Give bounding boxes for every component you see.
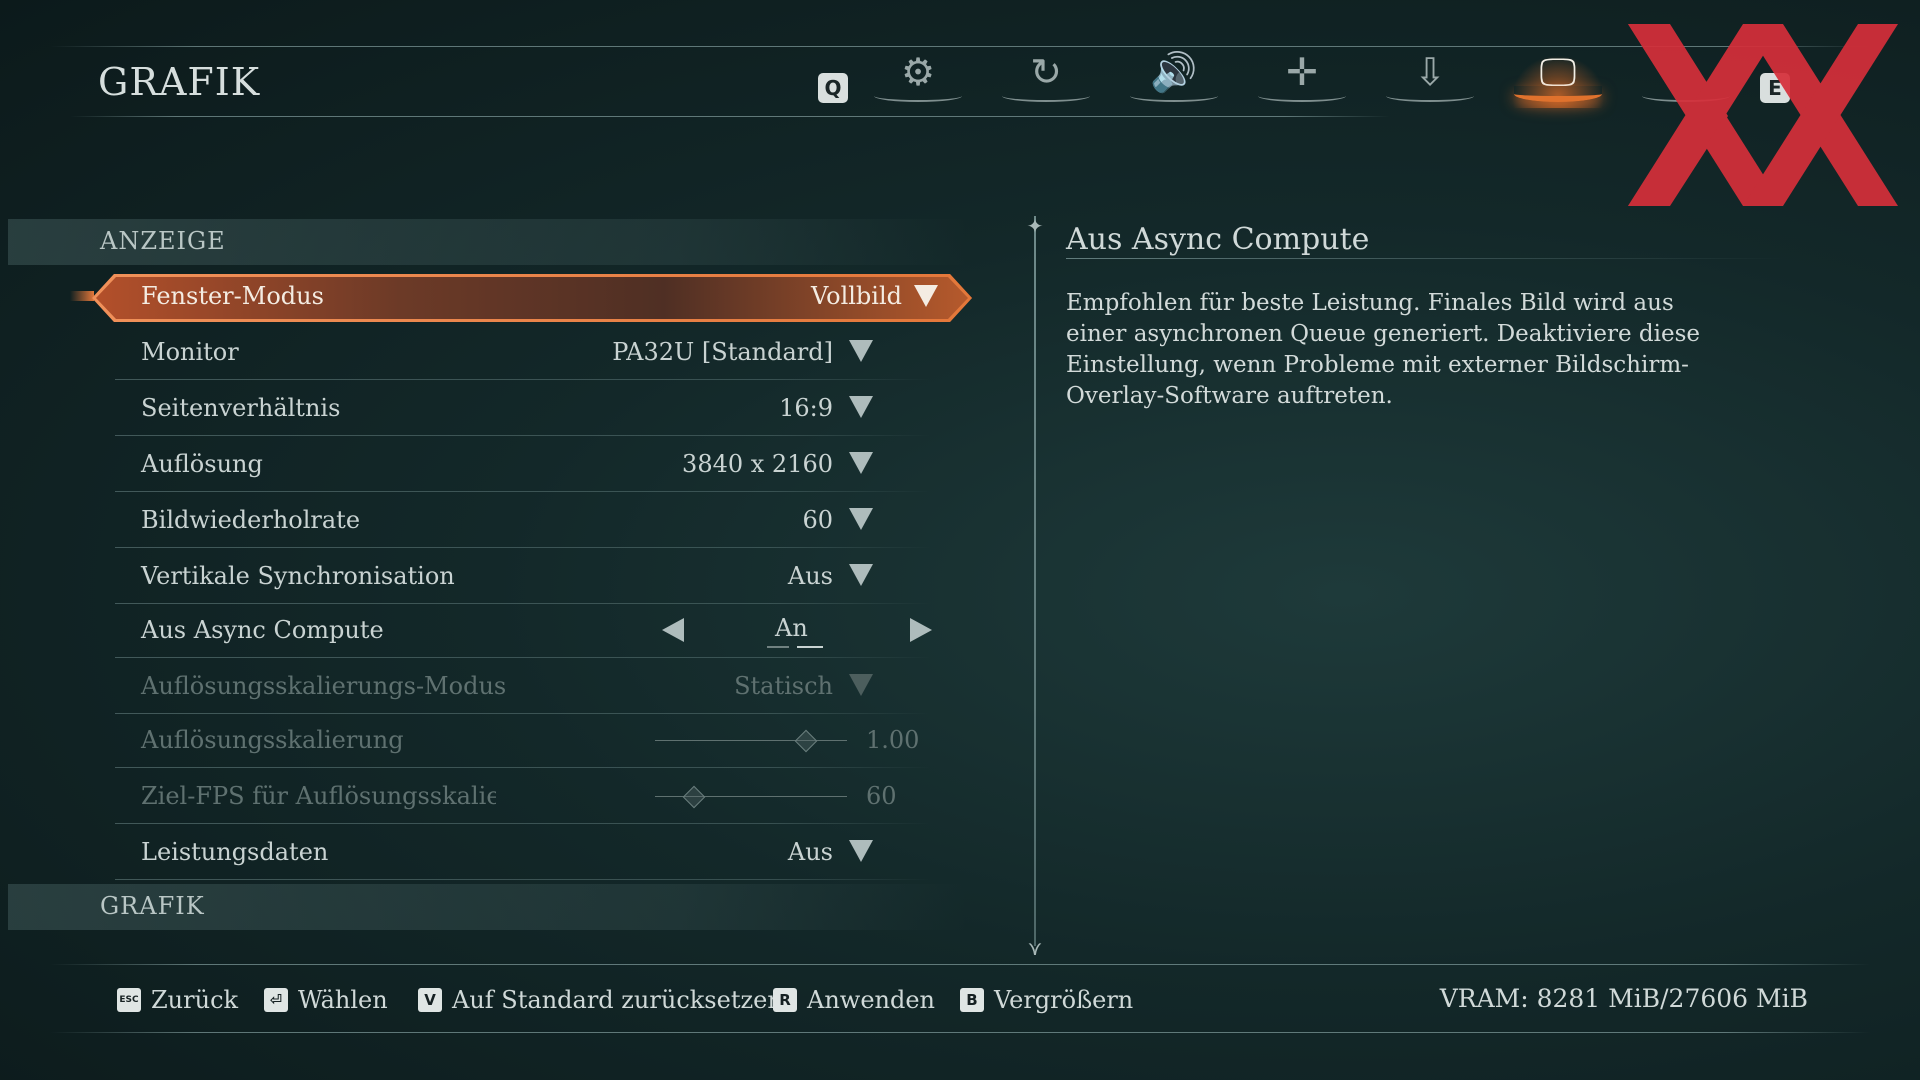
top-frame-line [50, 46, 1870, 47]
esc-key-icon: ESC [117, 988, 141, 1012]
description-title: Aus Async Compute [1066, 222, 1370, 257]
tab-gameplay[interactable]: ⚙ [868, 52, 968, 108]
enter-key-icon: ⏎ [264, 988, 288, 1012]
chevron-down-icon[interactable] [849, 564, 873, 586]
setting-label: Auflösung [141, 450, 263, 478]
setting-label: Monitor [141, 338, 239, 366]
setting-value: 60 [802, 506, 833, 534]
slider-value: 60 [866, 782, 897, 810]
footer-reset-label: Auf Standard zurücksetzen [452, 986, 783, 1014]
setting-monitor[interactable]: Monitor PA32U [Standard] [115, 326, 931, 380]
slider-handle [683, 785, 706, 809]
footer-reset[interactable]: V Auf Standard zurücksetzen [418, 982, 783, 1018]
setting-label: Seitenverhältnis [141, 394, 341, 422]
setting-value: 16:9 [779, 394, 833, 422]
footer-apply[interactable]: R Anwenden [773, 982, 935, 1018]
setting-aspect-ratio[interactable]: Seitenverhältnis 16:9 [115, 382, 931, 436]
bottom-frame-line [50, 1032, 1870, 1033]
prev-tab-key[interactable]: Q [818, 73, 848, 103]
setting-value: Aus [787, 838, 833, 866]
setting-value: Vollbild [810, 282, 902, 310]
setting-label: Ziel-FPS für Auflösungsskalieru [141, 782, 496, 810]
description-underline [1066, 258, 1786, 259]
footer-zoom[interactable]: B Vergrößern [960, 982, 1133, 1018]
arrow-left-icon[interactable] [662, 618, 684, 642]
page-title: GRAFIK [98, 60, 261, 104]
setting-performance-data[interactable]: Leistungsdaten Aus [115, 826, 931, 880]
r-key-icon: R [773, 988, 797, 1012]
watermark-logo [1628, 24, 1898, 206]
spiral-icon: ↻ [1030, 50, 1062, 94]
joystick-icon: ⇩ [1414, 50, 1446, 94]
setting-value: PA32U [Standard] [612, 338, 833, 366]
setting-refresh-rate[interactable]: Bildwiederholrate 60 [115, 494, 931, 548]
footer-zoom-label: Vergrößern [994, 986, 1134, 1014]
slider-track [655, 740, 847, 741]
chevron-down-icon[interactable] [849, 508, 873, 530]
setting-label: Auflösungsskalierung [141, 726, 404, 754]
title-underline [70, 116, 1390, 117]
setting-value: Aus [787, 562, 833, 590]
slider-value: 1.00 [866, 726, 920, 754]
setting-target-fps: Ziel-FPS für Auflösungsskalieru 60 [115, 770, 931, 824]
setting-window-mode[interactable]: Fenster-Modus Vollbild [92, 274, 972, 322]
setting-label: Aus Async Compute [141, 616, 384, 644]
setting-label: Fenster-Modus [141, 282, 324, 310]
selected-row-wing-left [70, 291, 94, 301]
chevron-down-icon[interactable] [849, 340, 873, 362]
setting-value: 3840 x 2160 [682, 450, 833, 478]
arrow-right-icon[interactable] [910, 618, 932, 642]
section-display: ANZEIGE [8, 219, 968, 265]
footer-apply-label: Anwenden [807, 986, 936, 1014]
chevron-down-icon[interactable] [849, 396, 873, 418]
b-key-icon: B [960, 988, 984, 1012]
v-key-icon: V [418, 988, 442, 1012]
stepper-value: An [775, 614, 808, 642]
tab-camera[interactable]: ↻ [996, 52, 1096, 108]
tab-controls[interactable]: ✛ [1252, 52, 1352, 108]
setting-label: Bildwiederholrate [141, 506, 361, 534]
footer-back-label: Zurück [151, 986, 239, 1014]
setting-async-compute[interactable]: Aus Async Compute An [115, 604, 932, 658]
setting-resolution-scaling: Auflösungsskalierung 1.00 [115, 714, 931, 768]
dpad-icon: ✛ [1286, 50, 1318, 94]
stepper-indicator [767, 646, 823, 648]
section-graphics[interactable]: GRAFIK [8, 884, 968, 930]
setting-vsync[interactable]: Vertikale Synchronisation Aus [115, 550, 931, 604]
section-display-label: ANZEIGE [100, 227, 226, 255]
setting-label: Vertikale Synchronisation [141, 562, 455, 590]
speaker-icon: 🔊 [1150, 50, 1198, 94]
footer-top-line [50, 964, 1870, 965]
chevron-down-icon[interactable] [849, 452, 873, 474]
chevron-down-icon[interactable] [849, 840, 873, 862]
chevron-down-icon [849, 674, 873, 696]
gear-icon: ⚙ [900, 50, 936, 94]
setting-value: Statisch [734, 672, 833, 700]
section-graphics-label: GRAFIK [100, 892, 205, 920]
divider-ornament-top-icon: ✦ [1026, 214, 1044, 238]
tab-controller[interactable]: ⇩ [1380, 52, 1480, 108]
vram-readout: VRAM: 8281 MiB/27606 MiB [1439, 984, 1808, 1013]
description-text: Empfohlen für beste Leistung. Finales Bi… [1066, 290, 1700, 409]
chevron-down-icon[interactable] [914, 285, 938, 307]
divider-ornament-bottom-icon: ⋎ [1027, 936, 1043, 960]
setting-label: Auflösungsskalierungs-Modus [141, 672, 507, 700]
tab-graphics[interactable]: 🖵 [1508, 52, 1608, 108]
setting-resolution[interactable]: Auflösung 3840 x 2160 [115, 438, 931, 492]
slider-handle [794, 729, 818, 753]
footer-select-label: Wählen [298, 986, 388, 1014]
footer-back[interactable]: ESC Zurück [117, 982, 238, 1018]
footer-select[interactable]: ⏎ Wählen [264, 982, 388, 1018]
setting-scaling-mode: Auflösungsskalierungs-Modus Statisch [115, 660, 931, 714]
tab-audio[interactable]: 🔊 [1124, 52, 1224, 108]
setting-label: Leistungsdaten [141, 838, 329, 866]
vertical-divider [1034, 216, 1036, 946]
